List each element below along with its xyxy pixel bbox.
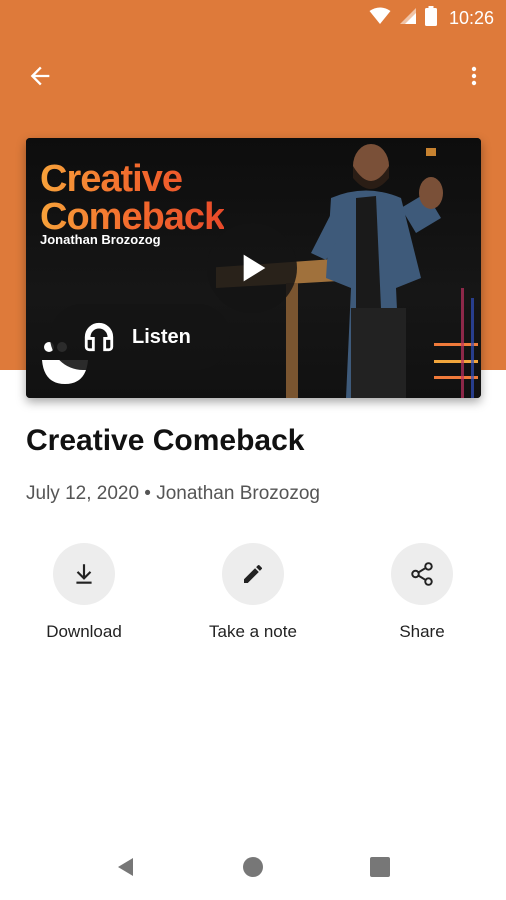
status-icons: 10:26 bbox=[369, 6, 494, 30]
back-button[interactable] bbox=[20, 56, 60, 96]
nav-home-icon bbox=[243, 857, 263, 877]
download-button[interactable] bbox=[53, 543, 115, 605]
thumbnail-title-line1: Creative bbox=[40, 158, 182, 200]
share-label: Share bbox=[399, 622, 445, 641]
share-action[interactable]: Share bbox=[347, 543, 497, 642]
nav-recents-icon bbox=[370, 857, 390, 877]
play-icon bbox=[243, 254, 266, 282]
pencil-icon bbox=[244, 564, 263, 583]
thumbnail-title: Creative Comeback bbox=[40, 160, 224, 236]
thumbnail-title-line2: Comeback bbox=[40, 196, 225, 238]
app-bar bbox=[0, 44, 506, 100]
share-button[interactable] bbox=[391, 543, 453, 605]
download-icon bbox=[76, 564, 92, 584]
take-note-action[interactable]: Take a note bbox=[178, 543, 328, 642]
wifi-icon bbox=[369, 7, 391, 29]
headphones-icon bbox=[84, 322, 114, 352]
take-note-label: Take a note bbox=[209, 622, 297, 641]
status-time: 10:26 bbox=[448, 7, 494, 28]
sermon-title: Creative Comeback bbox=[26, 424, 305, 457]
take-note-button[interactable] bbox=[222, 543, 284, 605]
download-label: Download bbox=[46, 622, 122, 641]
nav-back-icon bbox=[118, 858, 133, 876]
download-action[interactable]: Download bbox=[9, 543, 159, 642]
battery-icon bbox=[424, 6, 437, 30]
nav-home-button[interactable] bbox=[240, 854, 266, 880]
signal-icon bbox=[399, 7, 417, 29]
system-nav-bar bbox=[0, 840, 506, 892]
play-button[interactable] bbox=[207, 223, 297, 313]
thumbnail-speaker: Jonathan Brozozog bbox=[40, 232, 161, 247]
more-vert-icon bbox=[471, 66, 477, 86]
more-options-button[interactable] bbox=[454, 56, 494, 96]
arrow-left-icon bbox=[30, 66, 50, 86]
sermon-meta: July 12, 2020 • Jonathan Brozozog bbox=[26, 483, 320, 504]
nav-recents-button[interactable] bbox=[367, 854, 393, 880]
nav-back-button[interactable] bbox=[113, 854, 139, 880]
listen-label: Listen bbox=[132, 325, 191, 348]
status-bar: 10:26 bbox=[0, 0, 506, 36]
share-icon bbox=[411, 562, 433, 586]
video-thumbnail[interactable]: Creative Comeback Jonathan Brozozog List… bbox=[26, 138, 481, 398]
listen-button[interactable]: Listen bbox=[50, 304, 230, 370]
